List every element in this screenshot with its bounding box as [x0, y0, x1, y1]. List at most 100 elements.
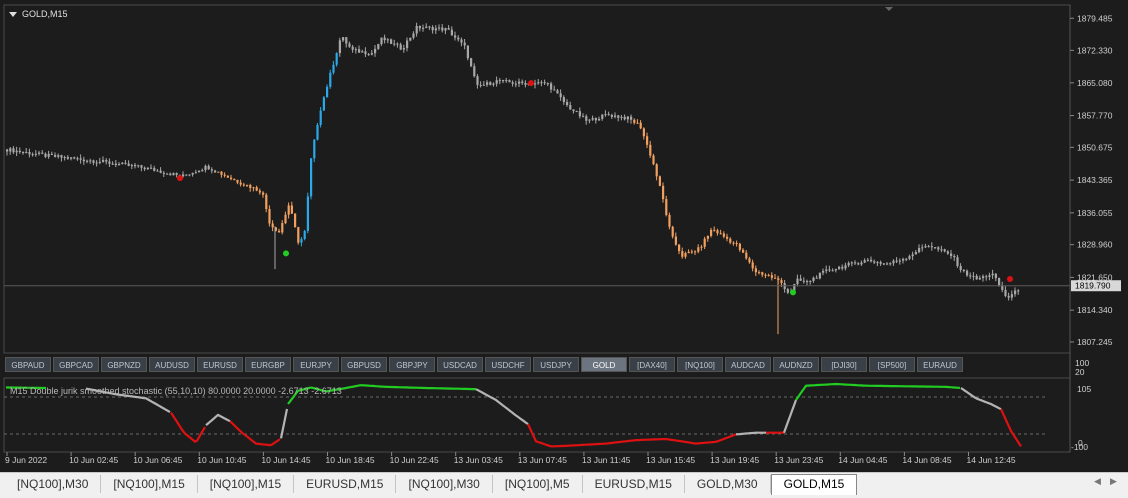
candle-body: [1017, 290, 1020, 292]
candle-body: [495, 80, 498, 84]
candle-body: [278, 230, 281, 233]
candle-body: [694, 251, 697, 253]
candle-body: [255, 187, 258, 191]
candle-body: [370, 53, 373, 55]
candle-body: [57, 155, 60, 157]
candle-body: [290, 205, 293, 214]
candle-body: [758, 272, 761, 274]
tab-5[interactable]: [NQ100],M5: [493, 475, 583, 493]
candle-body: [924, 246, 927, 248]
symbol-button-eurjpy[interactable]: EURJPY: [293, 357, 339, 372]
chart-window[interactable]: GOLD,M15 1879.485 1872.330 1865.080 1857.77…: [0, 0, 1128, 472]
signal-dot: [177, 175, 183, 182]
candle-body: [15, 150, 18, 153]
candle-body: [950, 253, 953, 256]
candle-body: [1007, 295, 1010, 298]
symbol-button-gbpusd[interactable]: GBPUSD: [341, 357, 387, 372]
shift-marker-icon[interactable]: [885, 7, 893, 11]
symbol-button-usdchf[interactable]: USDCHF: [485, 357, 531, 372]
chart-canvas[interactable]: GOLD,M15 1879.485 1872.330 1865.080 1857.77…: [0, 0, 1128, 472]
time-tick-label: 10 Jun 02:45: [69, 455, 118, 465]
candle-body: [898, 260, 901, 262]
symbol-button-usdcad[interactable]: USDCAD: [437, 357, 483, 372]
candle-body: [492, 83, 495, 85]
tab-4[interactable]: [NQ100],M30: [396, 475, 493, 493]
candle-body: [770, 275, 773, 278]
candle-body: [687, 251, 690, 254]
symbol-button-audcad[interactable]: AUDCAD: [725, 357, 771, 372]
candle-body: [831, 270, 834, 272]
symbol-button-euraud[interactable]: EURAUD: [917, 357, 963, 372]
candle-body: [322, 97, 325, 111]
candle-body: [514, 83, 517, 85]
symbol-button-audusd[interactable]: AUDUSD: [149, 357, 195, 372]
candle-body: [220, 171, 223, 175]
candle-body: [111, 163, 114, 165]
candle-body: [546, 83, 549, 85]
tab-scroll-left-icon[interactable]: ◀: [1094, 476, 1101, 487]
tab-scroll-right-icon[interactable]: ▶: [1110, 476, 1117, 487]
tab-1[interactable]: [NQ100],M15: [101, 475, 198, 493]
candle-body: [66, 157, 69, 159]
candle-body: [76, 158, 79, 160]
candle-body: [374, 48, 377, 54]
symbol-button-nq100[interactable]: [NQ100]: [677, 357, 723, 372]
time-tick-label: 10 Jun 14:45: [261, 455, 310, 465]
candle-body: [649, 144, 652, 156]
symbol-button-gold[interactable]: GOLD: [581, 357, 627, 372]
tab-0[interactable]: [NQ100],M30: [5, 475, 102, 493]
candle-body: [889, 263, 892, 265]
symbol-button-gbpcad[interactable]: GBPCAD: [53, 357, 99, 372]
candle-body: [953, 255, 956, 258]
current-price-badge: 1819.790: [1071, 280, 1121, 292]
candle-body: [294, 213, 297, 228]
symbol-button-eurgbp[interactable]: EURGBP: [245, 357, 291, 372]
symbol-button-sp500[interactable]: [SP500]: [869, 357, 915, 372]
candle-body: [754, 268, 757, 273]
time-tick-label: 10 Jun 06:45: [133, 455, 182, 465]
candle-body: [946, 251, 949, 254]
candle-body: [265, 194, 268, 210]
candle-body: [562, 97, 565, 102]
symbol-button-audnzd[interactable]: AUDNZD: [773, 357, 819, 372]
tab-8[interactable]: GOLD,M15: [770, 474, 858, 495]
candle-body: [780, 280, 783, 284]
candle-body: [22, 151, 25, 153]
symbol-button-dax40[interactable]: [DAX40]: [629, 357, 675, 372]
candle-body: [863, 260, 866, 263]
candle-body: [284, 214, 287, 224]
candle-body: [268, 209, 271, 224]
candle-body: [406, 40, 409, 49]
tab-7[interactable]: GOLD,M30: [685, 475, 771, 493]
candle-body: [18, 150, 21, 152]
symbol-button-gbpnzd[interactable]: GBPNZD: [101, 357, 147, 372]
candle-body: [713, 229, 716, 231]
candle-body: [134, 165, 137, 167]
time-tick-label: 13 Jun 07:45: [518, 455, 567, 465]
candle-body: [425, 26, 428, 28]
candle-body: [188, 174, 191, 176]
symbol-button-usdjpy[interactable]: USDJPY: [533, 357, 579, 372]
tab-2[interactable]: [NQ100],M15: [198, 475, 295, 493]
candle-body: [668, 214, 671, 227]
candle-body: [25, 151, 28, 153]
indicator-label: M15 Double jurik smoothed stochastic (55…: [10, 386, 342, 396]
stochastic-segment: [170, 412, 206, 443]
candle-body: [934, 247, 937, 249]
candle-body: [617, 115, 620, 118]
symbol-button-gbpaud[interactable]: GBPAUD: [5, 357, 51, 372]
symbol-button-dji30[interactable]: [DJI30]: [821, 357, 867, 372]
signal-dot: [1007, 275, 1013, 282]
candle-body: [806, 281, 809, 283]
collapse-triangle-icon[interactable]: [9, 12, 17, 17]
symbol-button-gbpjpy[interactable]: GBPJPY: [389, 357, 435, 372]
symbol-button-eurusd[interactable]: EURUSD: [197, 357, 243, 372]
candle-body: [786, 289, 789, 293]
tab-3[interactable]: EURUSD,M15: [294, 475, 397, 493]
candle-body: [774, 277, 777, 279]
candle-body: [985, 276, 988, 278]
candle-body: [396, 43, 399, 45]
candle-body: [114, 163, 117, 166]
tab-6[interactable]: EURUSD,M15: [583, 475, 685, 493]
candle-body: [969, 275, 972, 277]
